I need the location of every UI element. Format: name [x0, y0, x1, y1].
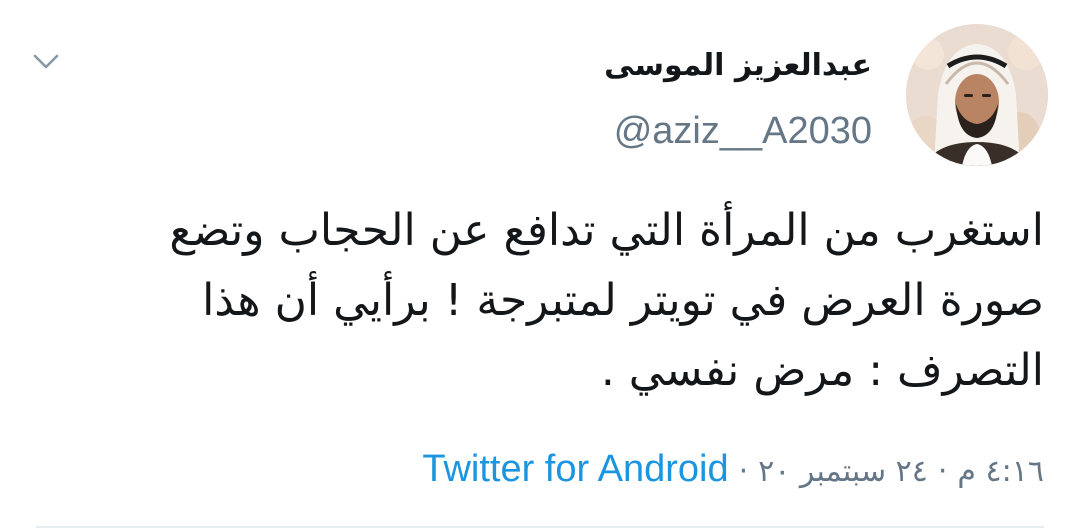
- avatar[interactable]: [906, 24, 1048, 166]
- avatar-image: [906, 24, 1048, 166]
- author-handle[interactable]: @aziz__A2030: [604, 106, 872, 156]
- tweet-text-line: صورة العرض في تويتر لمتبرجة ! برأيي أن ه…: [202, 275, 1044, 326]
- tweet-source-link[interactable]: Twitter for Android: [422, 448, 728, 490]
- tweet-date[interactable]: ٢٤ سبتمبر ٢٠: [758, 454, 928, 489]
- tweet-menu-button[interactable]: [28, 44, 64, 80]
- tweet-card: عبدالعزيز الموسى @aziz__A2030 استغرب من …: [0, 0, 1080, 531]
- tweet-text-line: استغرب من المرأة التي تدافع عن الحجاب وت…: [169, 205, 1044, 256]
- tweet-text: استغرب من المرأة التي تدافع عن الحجاب وت…: [44, 196, 1044, 406]
- tweet-meta: ٤:١٦ م · ٢٤ سبتمبر ٢٠ · Twitter for Android: [422, 444, 1044, 497]
- tweet-text-line: التصرف : مرض نفسي .: [600, 345, 1044, 396]
- chevron-down-icon: [33, 54, 59, 69]
- tweet-time[interactable]: ٤:١٦ م: [957, 454, 1044, 489]
- author-block[interactable]: عبدالعزيز الموسى @aziz__A2030: [604, 36, 872, 156]
- meta-separator: ·: [937, 454, 948, 489]
- divider: [36, 526, 1044, 528]
- author-display-name[interactable]: عبدالعزيز الموسى: [604, 36, 872, 96]
- meta-separator: ·: [738, 454, 749, 489]
